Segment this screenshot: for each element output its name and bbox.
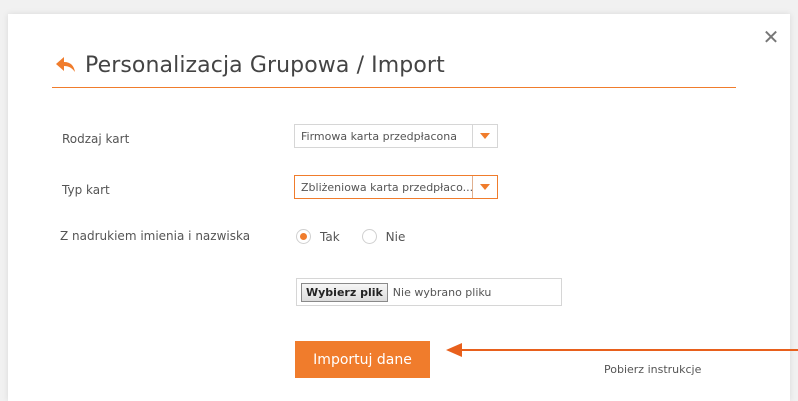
card-kind-label: Rodzaj kart (62, 132, 130, 146)
name-print-radio-group: Tak Nie (296, 229, 427, 244)
chevron-down-icon (480, 184, 490, 190)
card-kind-dropdown-toggle[interactable] (472, 125, 497, 147)
back-arrow-icon[interactable] (56, 56, 76, 74)
card-type-value: Zbliżeniowa karta przedpłaco... (301, 180, 472, 194)
modal-header: Personalizacja Grupowa / Import (56, 48, 445, 82)
choose-file-button[interactable]: Wybierz plik (301, 282, 388, 302)
card-type-select[interactable]: Zbliżeniowa karta przedpłaco... (294, 175, 498, 199)
chevron-down-icon (480, 133, 490, 139)
title-divider (52, 87, 736, 88)
card-type-label: Typ kart (62, 183, 110, 197)
card-type-dropdown-toggle[interactable] (472, 176, 497, 198)
radio-button-unchecked[interactable] (361, 229, 377, 244)
card-kind-select[interactable]: Firmowa karta przedpłacona (294, 124, 498, 148)
import-data-button[interactable]: Importuj dane (295, 341, 430, 378)
arrow-left-icon (446, 343, 798, 357)
close-icon[interactable]: ✕ (760, 26, 782, 48)
card-kind-value: Firmowa karta przedpłacona (301, 129, 457, 143)
name-print-label: Z nadrukiem imienia i nazwiska (60, 229, 251, 243)
radio-option-tak[interactable]: Tak (296, 229, 340, 244)
download-instructions-link[interactable]: Pobierz instrukcje (604, 363, 701, 376)
file-input[interactable]: Wybierz plik Nie wybrano pliku (296, 278, 562, 306)
radio-label-tak: Tak (320, 229, 340, 244)
radio-label-nie: Nie (385, 229, 406, 244)
file-status: Nie wybrano pliku (392, 285, 492, 299)
radio-option-nie[interactable]: Nie (361, 229, 406, 244)
radio-button-checked[interactable] (296, 229, 311, 244)
page-title: Personalizacja Grupowa / Import (85, 52, 445, 78)
